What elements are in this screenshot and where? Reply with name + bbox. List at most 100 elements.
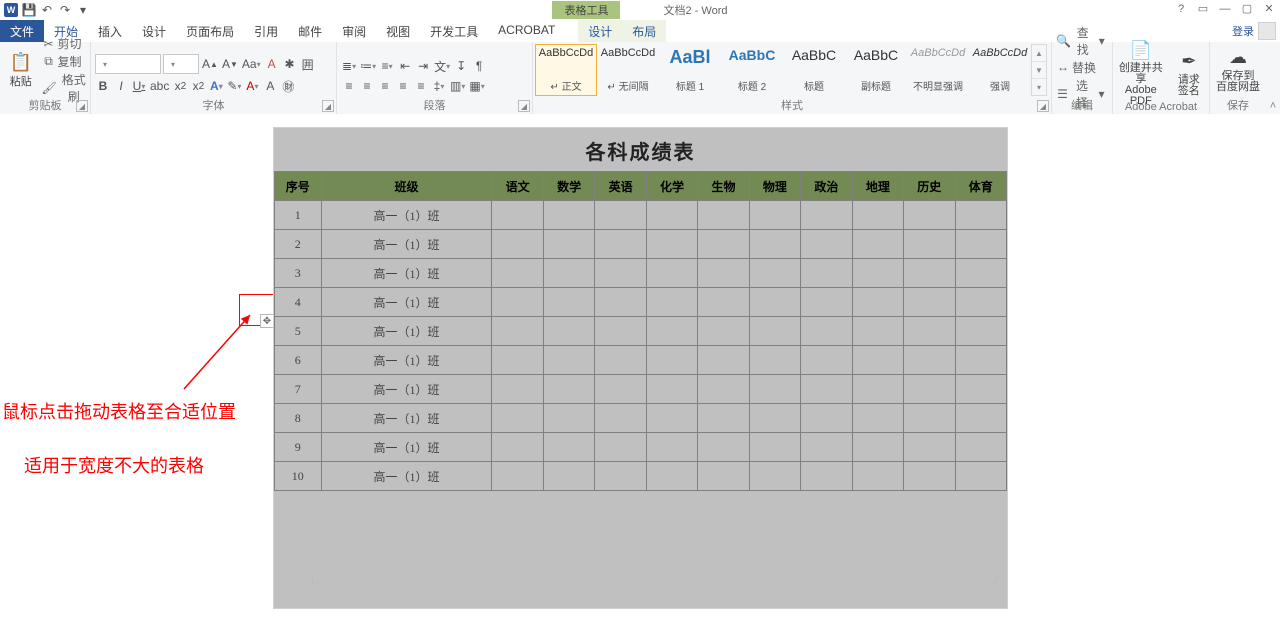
underline-button[interactable]: U▾ <box>131 78 147 94</box>
table-cell[interactable] <box>801 317 852 346</box>
table-header-cell[interactable]: 序号 <box>275 172 322 201</box>
styles-gallery[interactable]: AaBbCcDd↵ 正文AaBbCcDd↵ 无间隔AaBl标题 1AaBbC标题… <box>533 42 1031 96</box>
table-row[interactable]: 5高一（1）班 <box>275 317 1007 346</box>
table-cell[interactable] <box>698 404 749 433</box>
style-item[interactable]: AaBbC标题 <box>783 44 845 96</box>
table-row[interactable]: 3高一（1）班 <box>275 259 1007 288</box>
table-cell[interactable] <box>852 201 903 230</box>
clear-formatting-button[interactable]: A <box>264 56 280 72</box>
table-cell[interactable] <box>698 317 749 346</box>
phonetic-guide-button[interactable]: ✱ <box>282 56 298 72</box>
table-cell[interactable]: 高一（1）班 <box>321 230 492 259</box>
table-row[interactable]: 2高一（1）班 <box>275 230 1007 259</box>
table-cell[interactable] <box>595 230 646 259</box>
paste-button[interactable]: 📋 粘贴 <box>0 42 42 96</box>
table-cell[interactable] <box>646 433 697 462</box>
table-cell[interactable] <box>955 288 1006 317</box>
table-cell[interactable] <box>543 201 594 230</box>
table-cell[interactable] <box>646 375 697 404</box>
bullets-button[interactable]: ≣▾ <box>341 58 357 74</box>
asian-layout-button[interactable]: 文▾ <box>433 58 451 74</box>
table-cell[interactable] <box>595 317 646 346</box>
table-cell[interactable] <box>852 462 903 491</box>
table-cell[interactable] <box>955 346 1006 375</box>
table-cell[interactable] <box>955 375 1006 404</box>
tab-mailings[interactable]: 邮件 <box>288 20 332 42</box>
table-cell[interactable] <box>852 404 903 433</box>
character-shading-button[interactable]: A <box>262 78 278 94</box>
change-case-button[interactable]: Aa▾ <box>241 56 262 72</box>
table-row[interactable]: 4高一（1）班 <box>275 288 1007 317</box>
table-cell[interactable] <box>749 317 800 346</box>
table-cell[interactable] <box>852 259 903 288</box>
table-cell[interactable] <box>904 375 955 404</box>
table-header-cell[interactable]: 物理 <box>749 172 800 201</box>
tab-insert[interactable]: 插入 <box>88 20 132 42</box>
scroll-down-icon[interactable]: ▼ <box>1032 62 1046 79</box>
table-cell[interactable] <box>492 375 543 404</box>
style-item[interactable]: AaBbCcDd不明显强调 <box>907 44 969 96</box>
table-cell[interactable]: 高一（1）班 <box>321 201 492 230</box>
table-cell[interactable] <box>801 404 852 433</box>
table-cell[interactable] <box>904 433 955 462</box>
bold-button[interactable]: B <box>95 78 111 94</box>
show-marks-button[interactable]: ¶ <box>471 58 487 74</box>
table-row[interactable]: 1高一（1）班 <box>275 201 1007 230</box>
table-cell[interactable] <box>646 288 697 317</box>
table-cell[interactable] <box>852 375 903 404</box>
align-center-button[interactable]: ≡ <box>359 78 375 94</box>
table-cell[interactable] <box>492 462 543 491</box>
table-cell[interactable] <box>698 259 749 288</box>
table-cell[interactable] <box>749 230 800 259</box>
table-cell[interactable] <box>698 462 749 491</box>
table-cell[interactable] <box>955 462 1006 491</box>
decrease-indent-button[interactable]: ⇤ <box>397 58 413 74</box>
clipboard-dialog-launcher[interactable]: ◢ <box>76 100 88 112</box>
table-cell[interactable] <box>955 201 1006 230</box>
user-avatar-icon[interactable] <box>1258 22 1276 40</box>
table-cell[interactable] <box>698 230 749 259</box>
table-header-cell[interactable]: 历史 <box>904 172 955 201</box>
table-cell[interactable] <box>955 259 1006 288</box>
table-cell[interactable] <box>852 433 903 462</box>
table-cell[interactable] <box>852 230 903 259</box>
find-button[interactable]: 🔍查找▾ <box>1056 24 1108 58</box>
multilevel-list-button[interactable]: ≡▾ <box>379 58 395 74</box>
table-cell[interactable] <box>955 317 1006 346</box>
grades-table[interactable]: 序号班级语文数学英语化学生物物理政治地理历史体育 1高一（1）班2高一（1）班3… <box>274 171 1007 491</box>
table-cell[interactable] <box>543 433 594 462</box>
table-cell[interactable] <box>595 201 646 230</box>
table-cell[interactable]: 3 <box>275 259 322 288</box>
shrink-font-button[interactable]: A▼ <box>221 56 239 72</box>
table-cell[interactable] <box>646 230 697 259</box>
table-cell[interactable] <box>749 433 800 462</box>
save-icon[interactable]: 💾 <box>22 3 36 17</box>
table-cell[interactable] <box>852 288 903 317</box>
table-cell[interactable] <box>904 462 955 491</box>
tab-file[interactable]: 文件 <box>0 20 44 42</box>
cut-button[interactable]: ✂剪切 <box>42 35 90 52</box>
table-cell[interactable] <box>698 201 749 230</box>
table-title[interactable]: 各科成绩表 <box>274 128 1007 171</box>
table-cell[interactable] <box>749 404 800 433</box>
styles-dialog-launcher[interactable]: ◢ <box>1037 100 1049 112</box>
numbering-button[interactable]: ≔▾ <box>359 58 377 74</box>
table-cell[interactable] <box>543 375 594 404</box>
table-cell[interactable] <box>646 462 697 491</box>
table-cell[interactable] <box>698 288 749 317</box>
qat-customize-dropdown[interactable]: ▾ <box>76 3 90 17</box>
table-cell[interactable] <box>492 230 543 259</box>
character-border-button[interactable]: ㊖ <box>280 78 296 94</box>
table-cell[interactable] <box>646 346 697 375</box>
table-cell[interactable] <box>801 201 852 230</box>
table-cell[interactable] <box>801 230 852 259</box>
tab-page-layout[interactable]: 页面布局 <box>176 20 244 42</box>
style-item[interactable]: AaBbCcDd↵ 无间隔 <box>597 44 659 96</box>
table-cell[interactable] <box>904 404 955 433</box>
table-cell[interactable] <box>698 346 749 375</box>
style-item[interactable]: AaBl标题 1 <box>659 44 721 96</box>
grow-font-button[interactable]: A▲ <box>201 56 219 72</box>
table-header-cell[interactable]: 生物 <box>698 172 749 201</box>
align-right-button[interactable]: ≡ <box>377 78 393 94</box>
font-family-combo[interactable]: ▾ <box>95 54 161 74</box>
